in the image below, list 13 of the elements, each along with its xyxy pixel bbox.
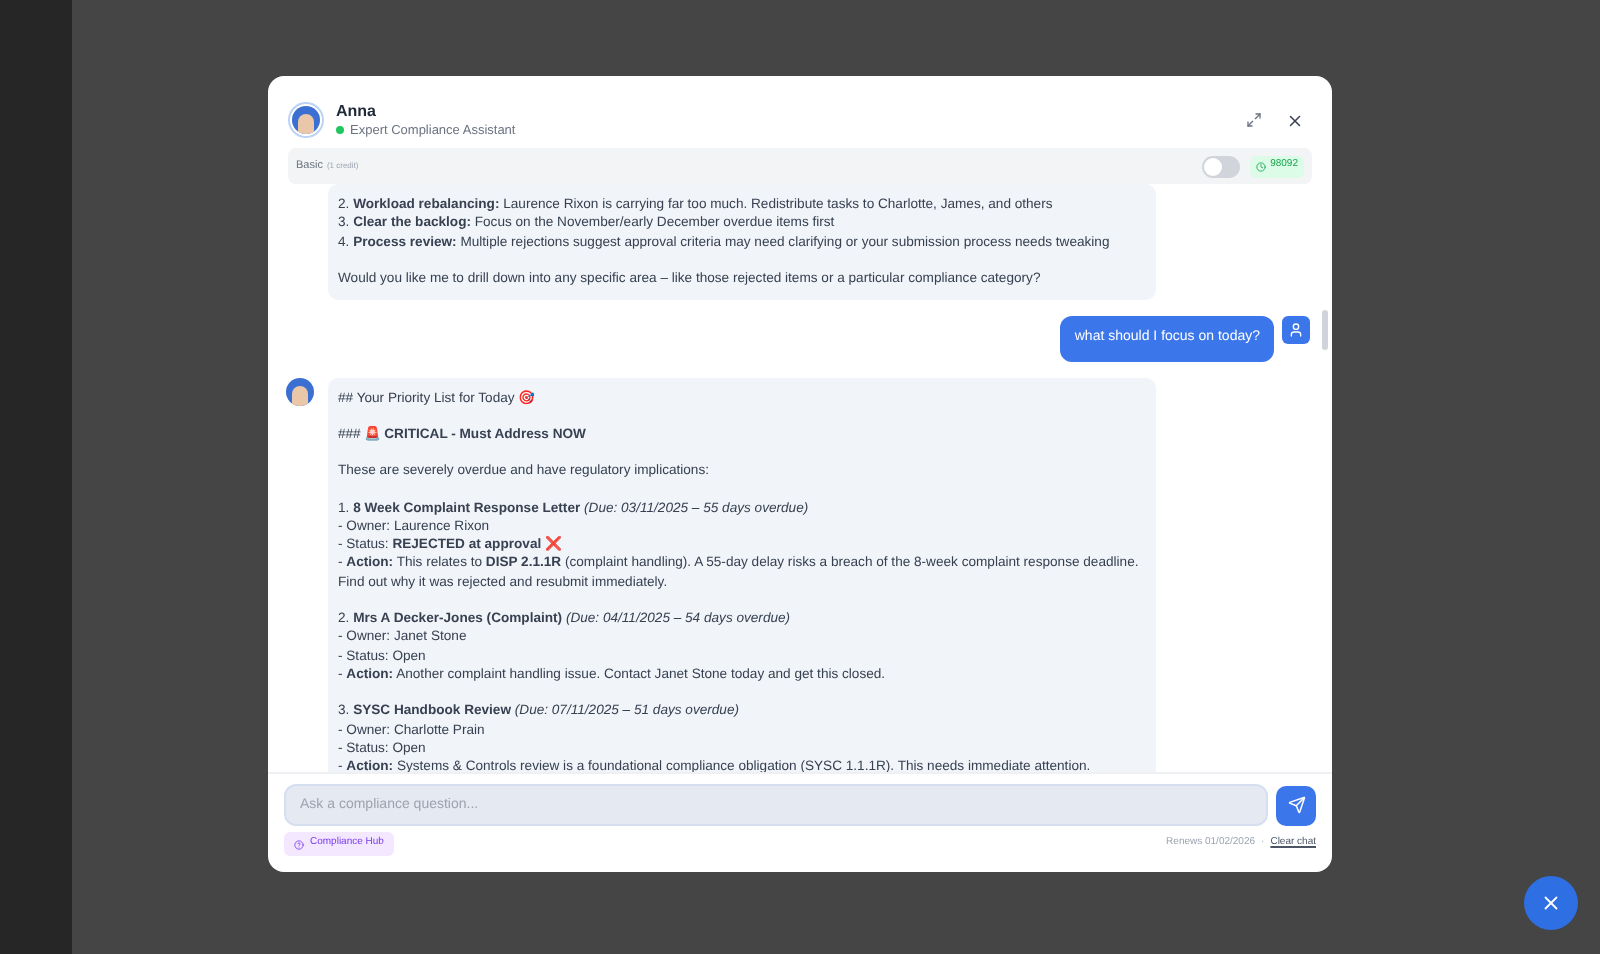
- mode-toggle[interactable]: [1202, 155, 1241, 177]
- close-icon: [1540, 892, 1562, 914]
- user-avatar-icon: [1282, 316, 1310, 345]
- scrollbar-thumb[interactable]: [1322, 310, 1328, 350]
- avatar-icon: [292, 106, 320, 134]
- send-icon: [1287, 796, 1305, 814]
- assistant-name: Anna: [336, 101, 378, 121]
- help-circle-icon: [294, 839, 304, 849]
- send-button[interactable]: [1276, 785, 1316, 825]
- close-icon[interactable]: [1286, 111, 1304, 129]
- expand-icon[interactable]: [1246, 112, 1262, 128]
- close-chat-button[interactable]: [1524, 876, 1578, 930]
- avatar-icon: [286, 377, 314, 406]
